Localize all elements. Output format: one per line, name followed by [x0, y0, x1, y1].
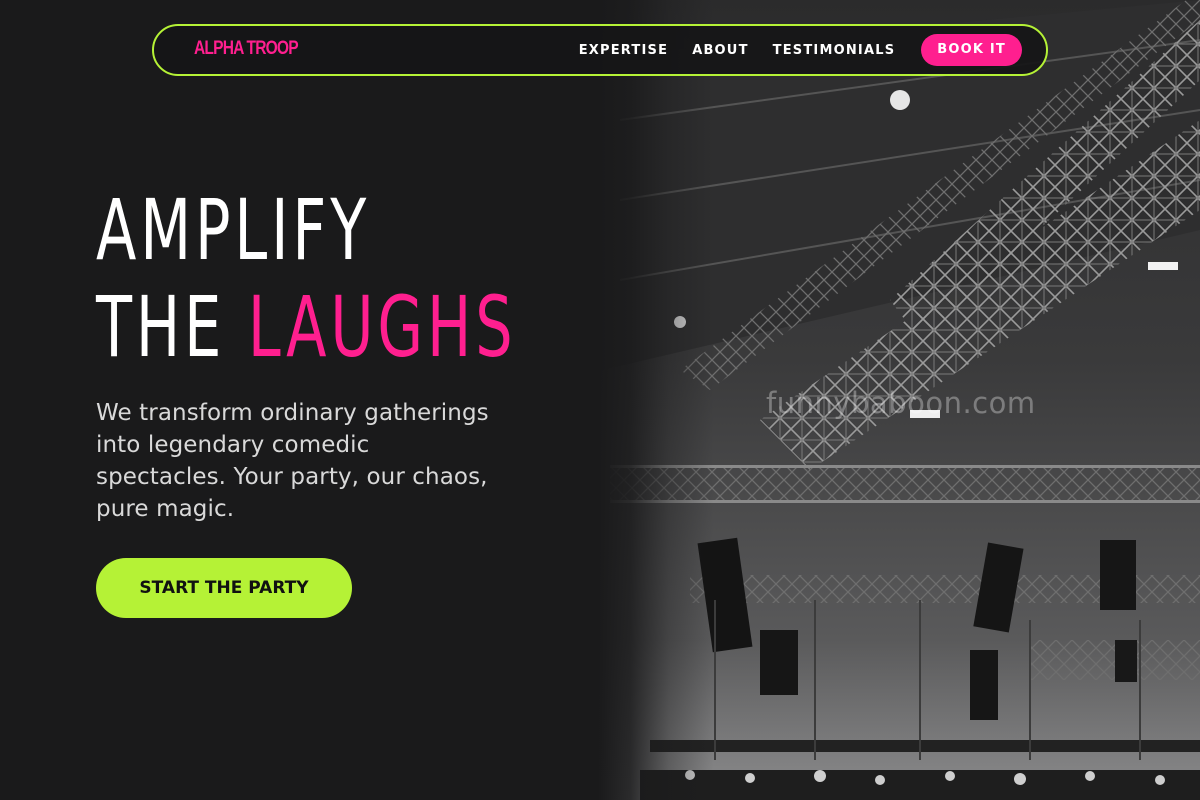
hero-title-accent: LAUGHS [247, 278, 517, 376]
start-the-party-button[interactable]: START THE PARTY [96, 558, 352, 618]
top-navigation: ALPHA TROOP EXPERTISE ABOUT TESTIMONIALS… [152, 24, 1048, 76]
nav-link-testimonials[interactable]: TESTIMONIALS [773, 43, 896, 58]
nav-link-expertise[interactable]: EXPERTISE [579, 43, 669, 58]
brand-logo[interactable]: ALPHA TROOP [194, 38, 299, 60]
book-it-button[interactable]: BOOK IT [921, 34, 1022, 66]
hero-title-line2-plain: THE [96, 278, 248, 376]
watermark-text: funnybaboon.com [766, 386, 1036, 420]
hero-description: We transform ordinary gatherings into le… [96, 400, 489, 522]
hero-title-line1: AMPLIFY [96, 181, 371, 279]
hero-title-line2: THE LAUGHS [96, 279, 517, 376]
hero-title: AMPLIFY THE LAUGHS [96, 182, 517, 376]
nav-link-about[interactable]: ABOUT [692, 43, 748, 58]
nav-links: EXPERTISE ABOUT TESTIMONIALS BOOK IT [579, 34, 1022, 66]
